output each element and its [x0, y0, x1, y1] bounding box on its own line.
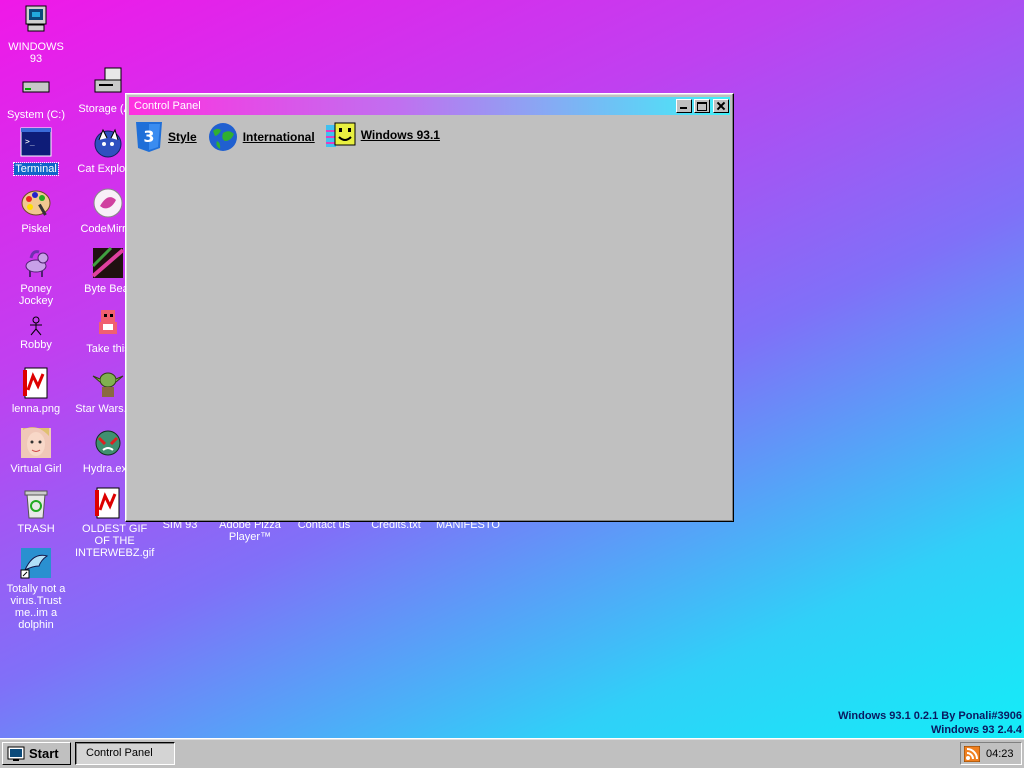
- desktop-icon-lenna[interactable]: lenna.png: [2, 366, 70, 415]
- start-logo-icon: [7, 746, 25, 761]
- hard-drive-icon: [22, 81, 50, 93]
- system-tray: 04:23: [960, 742, 1022, 765]
- smiley-icon: [325, 122, 356, 147]
- desktop-icon-label: Virtual Girl: [10, 463, 62, 475]
- desktop-icon-dolphin[interactable]: Totally not a virus.Trust me..im a dolph…: [2, 546, 70, 631]
- desktop-icon-label: System (C:): [6, 109, 66, 121]
- desktop-icon-robby[interactable]: Robby: [2, 316, 70, 351]
- globe-icon: [208, 123, 237, 151]
- control-panel-item-label: International: [242, 130, 315, 144]
- desktop-icon-virtual-girl[interactable]: Virtual Girl: [2, 426, 70, 475]
- start-label: Start: [29, 746, 59, 761]
- control-panel-content: 3 Style International Windows 93.1: [134, 121, 725, 513]
- stick-figure-icon: [30, 316, 42, 336]
- control-panel-item-style[interactable]: 3 Style: [134, 121, 197, 153]
- window-titlebar[interactable]: Control Panel: [129, 97, 730, 115]
- desktop-icon-system-c[interactable]: System (C:): [2, 72, 70, 121]
- terminal-icon: >_: [20, 127, 52, 157]
- cat-globe-icon: [94, 128, 122, 158]
- clock: 04:23: [986, 747, 1014, 760]
- minimize-button[interactable]: [676, 99, 692, 113]
- computer-icon: [25, 5, 47, 32]
- desktop-icon-label: Robby: [20, 339, 52, 351]
- control-panel-item-windows931[interactable]: Windows 93.1: [325, 121, 440, 149]
- desktop-icon-poney-jockey[interactable]: Poney Jockey: [2, 246, 70, 307]
- control-panel-item-international[interactable]: International: [207, 121, 315, 153]
- hydra-icon: [95, 430, 121, 456]
- desktop-icon-trash[interactable]: TRASH: [2, 486, 70, 535]
- svg-text:3: 3: [143, 127, 154, 146]
- desktop-icon-label: lenna.png: [11, 403, 61, 415]
- maximize-button[interactable]: [694, 99, 710, 113]
- desktop-icon-label: OLDEST GIF OF THE INTERWEBZ.gif: [75, 523, 155, 559]
- desktop-icon-label: Piskel: [21, 223, 51, 235]
- control-panel-item-label: Windows 93.1: [360, 128, 440, 142]
- floppy-drive-icon: [94, 67, 122, 93]
- taskbar-item-control-panel[interactable]: Control Panel: [75, 742, 175, 765]
- css3-icon: 3: [136, 122, 162, 152]
- desktop-icon-label: Terminal: [13, 162, 59, 176]
- control-panel-item-label: Style: [168, 130, 197, 144]
- pixel-character-icon: [99, 310, 117, 334]
- recycle-bin-icon: [24, 490, 48, 519]
- codemirror-icon: [93, 188, 123, 218]
- bytebeat-icon: [91, 246, 125, 278]
- window-title: Control Panel: [134, 100, 201, 112]
- desktop-icon-label: Take this: [86, 343, 130, 355]
- desktop-icon-label: Totally not a virus.Trust me..im a dolph…: [6, 583, 66, 631]
- yoda-icon: [92, 372, 124, 397]
- desktop-icon-terminal[interactable]: >_ Terminal: [2, 126, 70, 176]
- dolphin-icon: [20, 548, 51, 579]
- desktop-icon-label: Poney Jockey: [18, 283, 54, 307]
- close-button[interactable]: [713, 99, 729, 113]
- desktop-icon-label: TRASH: [17, 523, 55, 535]
- control-panel-window[interactable]: Control Panel 3 Style International Wind…: [125, 93, 734, 522]
- desktop-icon-adobe-pizza[interactable]: Adobe Pizza Player™: [216, 519, 284, 543]
- desktop-icon-piskel[interactable]: Piskel: [2, 186, 70, 235]
- version-info: Windows 93.1 0.2.1 By Ponali#3906 Window…: [838, 709, 1022, 737]
- start-button[interactable]: Start: [2, 742, 71, 765]
- desktop-icon-label: Adobe Pizza Player™: [219, 519, 281, 543]
- svg-text:>_: >_: [25, 137, 35, 146]
- taskbar: Start Control Panel 04:23: [0, 738, 1024, 768]
- palette-icon: [21, 190, 51, 216]
- desktop-icon-windows93[interactable]: WINDOWS 93: [2, 4, 70, 65]
- desktop-icon-label: WINDOWS 93: [8, 41, 64, 65]
- gif-file-icon: [95, 487, 120, 519]
- version-line: Windows 93.1 0.2.1 By Ponali#3906: [838, 710, 1022, 722]
- rss-icon[interactable]: [964, 745, 980, 762]
- pony-icon: [25, 250, 49, 277]
- version-line: Windows 93 2.4.4: [931, 724, 1022, 736]
- face-photo-icon: [21, 427, 51, 458]
- image-file-icon: [23, 367, 48, 399]
